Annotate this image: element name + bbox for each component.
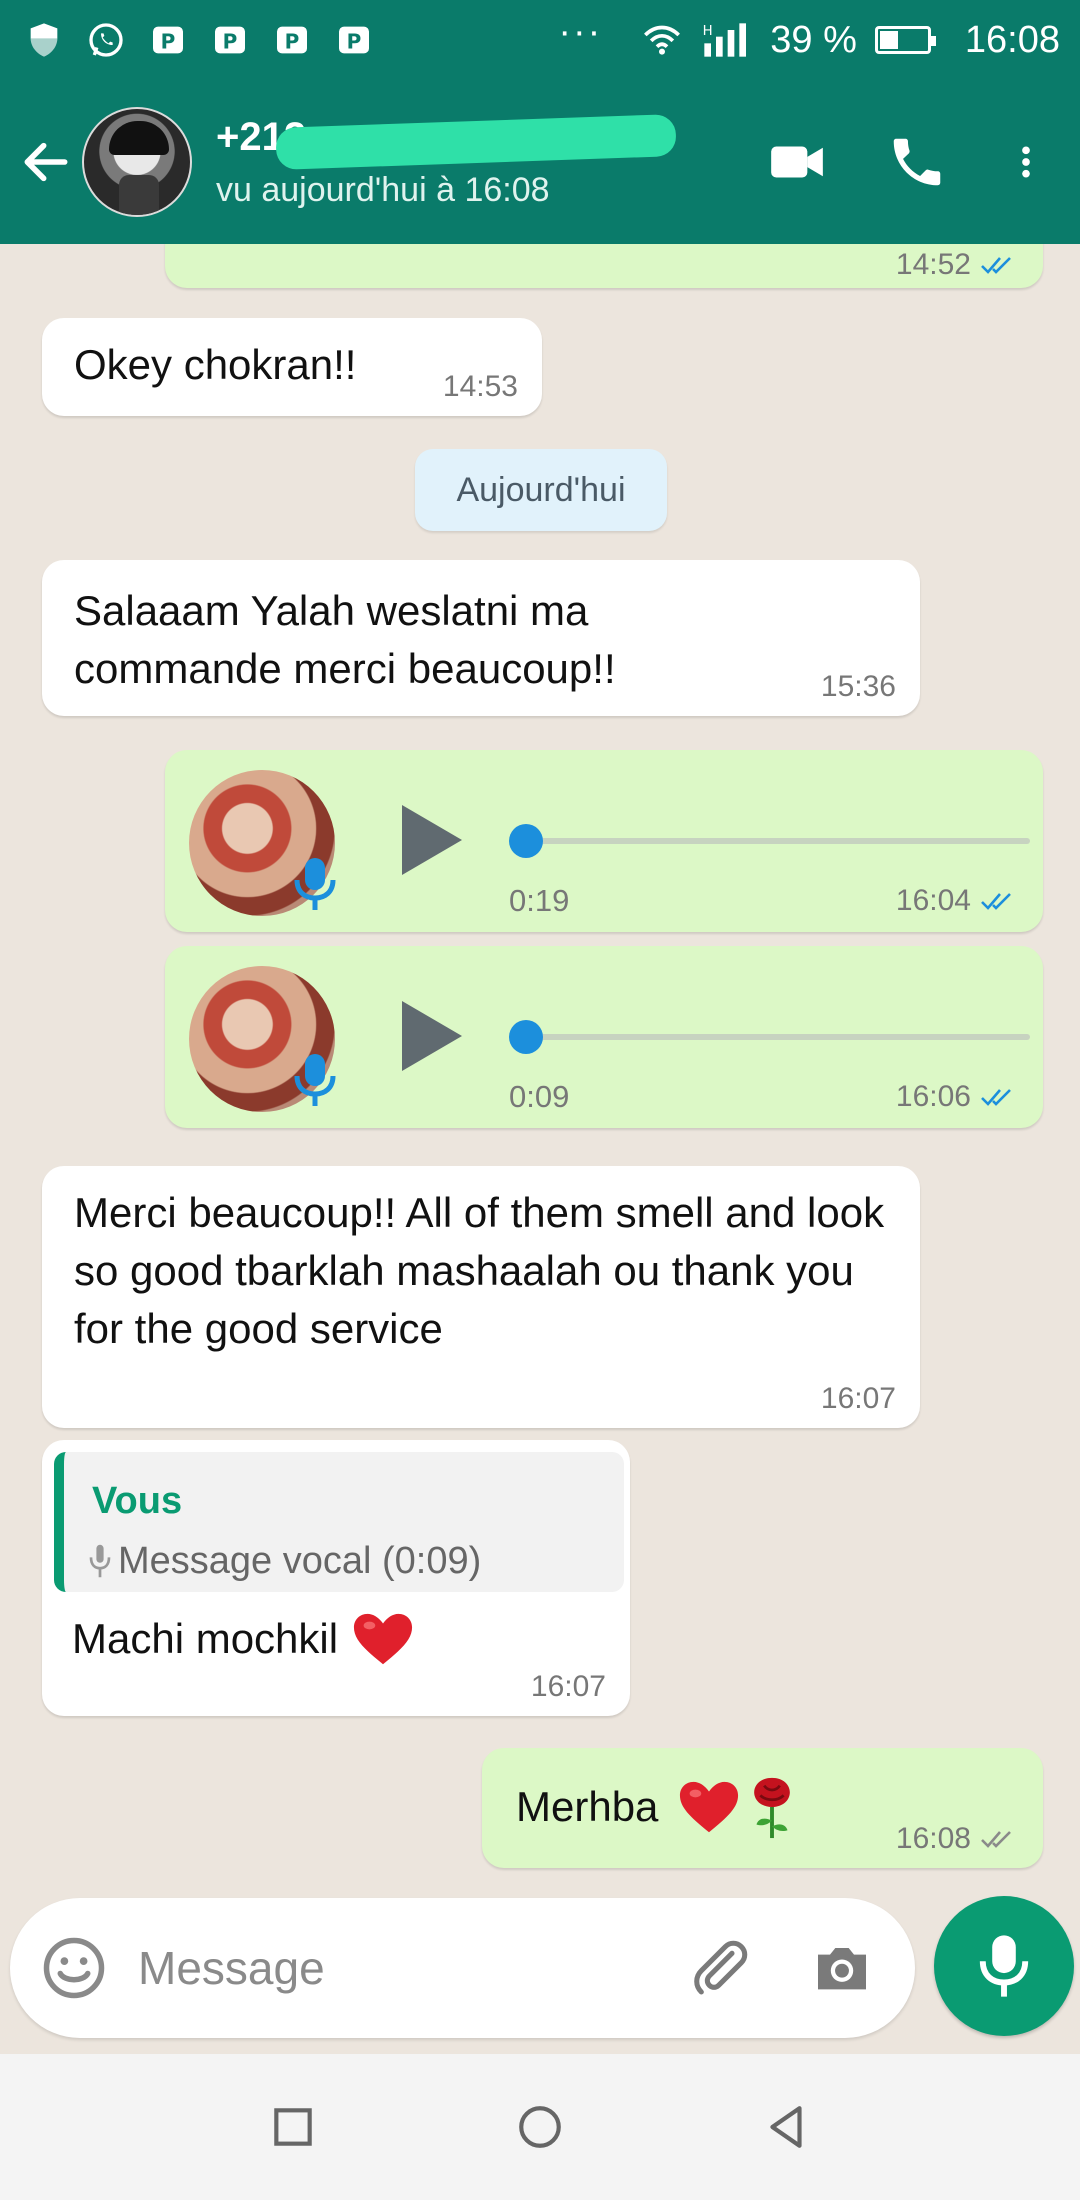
attach-button[interactable] [684,1932,756,2004]
message-time: 16:04 [895,884,971,917]
message-time: 14:52 [895,248,971,281]
message-time: 15:36 [820,670,896,703]
svg-text:P: P [161,29,176,53]
voice-message-outgoing[interactable]: 0:09 16:06 [165,946,1043,1128]
more-vert-icon [1022,146,1030,178]
message-time: 16:07 [820,1382,896,1415]
message-time: 16:07 [530,1670,606,1703]
shield-icon [24,20,64,60]
back-arrow-icon [24,142,68,182]
message-time: 16:08 [895,1822,971,1855]
whatsapp-icon [86,20,126,60]
voice-message-outgoing[interactable]: 0:19 16:04 [165,750,1043,932]
voice-duration: 0:09 [509,1079,570,1114]
record-voice-button[interactable] [934,1896,1074,2036]
contact-last-seen: vu aujourd'hui à 16:08 [216,170,550,209]
battery-icon [874,26,936,54]
home-button[interactable] [508,2095,572,2159]
status-overflow-dots: ··· [558,10,603,53]
quoted-message[interactable]: Vous Message vocal (0:09) [54,1452,624,1592]
back-nav-button[interactable] [755,2095,819,2159]
voice-progress-handle[interactable] [509,824,543,858]
mic-icon [293,854,337,914]
read-ticks-icon [979,253,1019,277]
mic-small-icon [89,1544,111,1578]
contact-name: +212 [216,113,677,170]
chat-messages[interactable]: 14:52 Okey chokran!! 14:53 Aujourd'hui S… [0,244,1080,1904]
message-text: Salaaam Yalah weslatni ma commande merci… [74,587,616,692]
read-ticks-icon [979,1085,1019,1109]
svg-text:P: P [223,29,238,53]
date-separator: Aujourd'hui [415,449,667,531]
status-bar: P P P P ··· H 39 % 16:08 [0,0,1080,80]
message-compose-bar [10,1898,915,2038]
voice-call-button[interactable] [886,131,948,193]
chat-header: +212 vu aujourd'hui à 16:08 [0,80,1080,244]
app-badge-icon: P [334,20,374,60]
message-outgoing-partial[interactable]: 14:52 [165,244,1043,288]
circle-icon [519,2106,561,2148]
message-incoming-reply[interactable]: Vous Message vocal (0:09) Machi mochkil … [42,1440,630,1716]
android-navigation-bar [0,2054,1080,2200]
camera-button[interactable] [806,1932,878,2004]
message-text: Machi mochkil [72,1615,339,1662]
signal-icon: H [700,20,752,60]
camera-icon [818,1948,866,1990]
mic-icon [293,1050,337,1110]
battery-percent: 39 % [770,18,857,61]
redaction-mark [275,113,677,170]
emoji-icon [43,1937,105,1999]
message-text: Merci beaucoup!! All of them smell and l… [74,1189,885,1352]
more-options-button[interactable] [1006,131,1046,193]
svg-text:P: P [285,29,300,53]
quote-preview: Message vocal (0:09) [88,1532,481,1590]
triangle-back-icon [769,2106,802,2148]
message-outgoing[interactable]: Merhba 16:08 [482,1748,1043,1868]
read-ticks-icon [979,889,1019,913]
contact-info[interactable]: +212 vu aujourd'hui à 16:08 [216,113,677,210]
phone-icon [893,138,941,186]
message-time: 14:53 [442,370,518,403]
heart-emoji-icon [352,1611,414,1667]
delivered-ticks-icon [979,1827,1019,1851]
voice-duration: 0:19 [509,883,570,918]
app-badge-icon: P [272,20,312,60]
avatar[interactable] [82,107,192,217]
voice-progress-track[interactable] [525,838,1030,844]
heart-emoji-icon [678,1779,740,1835]
quote-text: Message vocal (0:09) [118,1540,482,1582]
message-input[interactable] [138,1941,638,1995]
voice-progress-track[interactable] [525,1034,1030,1040]
play-icon [402,1001,462,1071]
app-badge-icon: P [148,20,188,60]
video-call-icon [771,146,823,178]
play-icon [402,805,462,875]
emoji-button[interactable] [38,1932,110,2004]
message-time: 16:06 [895,1080,971,1113]
message-incoming[interactable]: Merci beaucoup!! All of them smell and l… [42,1166,920,1428]
signal-type-label: H [703,24,713,39]
voice-progress-handle[interactable] [509,1020,543,1054]
wifi-icon [642,20,682,60]
app-badge-icon: P [210,20,250,60]
square-icon [274,2108,313,2146]
video-call-button[interactable] [766,131,828,193]
status-time: 16:08 [964,18,1060,61]
back-button[interactable] [6,122,86,202]
play-button[interactable] [397,800,467,880]
status-notification-icons: P P P P [24,20,374,60]
quote-author: Vous [92,1480,183,1522]
message-incoming[interactable]: Okey chokran!! 14:53 [42,318,542,416]
message-text: Merhba [516,1783,659,1830]
paperclip-icon [694,1940,748,1995]
mic-icon [979,1935,1029,1997]
recents-button[interactable] [261,2095,325,2159]
svg-text:P: P [347,29,362,53]
rose-emoji-icon [746,1774,798,1840]
message-incoming[interactable]: Salaaam Yalah weslatni ma commande merci… [42,560,920,716]
play-button[interactable] [397,996,467,1076]
